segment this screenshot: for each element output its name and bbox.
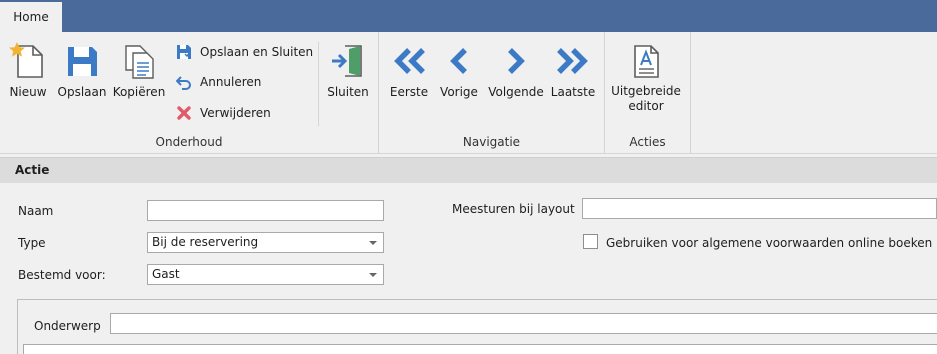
- delete-button[interactable]: Verwijderen: [176, 102, 286, 124]
- ribbon-tab-strip: Home: [0, 0, 937, 32]
- group-label-maintenance: Onderhoud: [155, 135, 223, 149]
- extended-editor-label-line2: editor: [628, 99, 664, 113]
- chevron-down-icon: [369, 241, 377, 245]
- save-button[interactable]: Opslaan: [56, 42, 108, 100]
- next-button-label: Volgende: [488, 85, 544, 99]
- chevron-down-icon: [369, 273, 377, 277]
- delete-label: Verwijderen: [200, 106, 271, 120]
- type-label: Type: [18, 236, 46, 250]
- subject-label: Onderwerp: [34, 319, 101, 333]
- general-terms-label: Gebruiken voor algemene voorwaarden onli…: [606, 236, 933, 250]
- close-button[interactable]: Sluiten: [324, 42, 372, 100]
- group-label-actions: Acties: [629, 135, 666, 149]
- type-select-value: Bij de reservering: [152, 235, 259, 249]
- name-label: Naam: [18, 204, 54, 218]
- previous-button[interactable]: Vorige: [436, 42, 482, 100]
- type-select[interactable]: Bij de reservering: [147, 232, 384, 253]
- new-button[interactable]: Nieuw: [6, 42, 50, 100]
- undo-arrow-icon: [176, 76, 191, 90]
- body-editor-area[interactable]: [23, 344, 937, 354]
- close-button-label: Sluiten: [327, 85, 369, 99]
- left-icon: [450, 48, 467, 74]
- save-and-close-button[interactable]: Opslaan en Sluiten: [176, 41, 314, 63]
- tab-home[interactable]: Home: [0, 2, 62, 32]
- editor-doc-icon: [634, 45, 659, 78]
- delete-x-icon: [177, 106, 191, 120]
- section-header: Actie: [0, 157, 937, 183]
- intended-for-select[interactable]: Gast: [147, 264, 384, 285]
- exit-door-icon: [332, 45, 362, 77]
- intended-for-select-value: Gast: [152, 267, 180, 281]
- previous-button-label: Vorige: [440, 85, 478, 99]
- send-with-layout-input[interactable]: [582, 198, 937, 219]
- new-doc-star-icon: [9, 42, 43, 78]
- extended-editor-button[interactable]: Uitgebreide editor: [610, 42, 682, 114]
- general-terms-checkbox[interactable]: [583, 234, 598, 249]
- new-button-label: Nieuw: [9, 85, 47, 99]
- intended-for-label: Bestemd voor:: [18, 268, 106, 282]
- subject-panel: Onderwerp: [17, 299, 937, 354]
- save-close-icon: [177, 45, 191, 59]
- save-button-label: Opslaan: [57, 85, 107, 99]
- double-left-icon: [394, 48, 425, 74]
- group-separator: [690, 32, 691, 154]
- next-button[interactable]: Volgende: [486, 42, 546, 100]
- extended-editor-label-line1: Uitgebreide: [611, 84, 681, 98]
- cancel-label: Annuleren: [200, 75, 262, 89]
- extended-editor-label: Uitgebreide editor: [610, 84, 682, 114]
- group-label-navigation: Navigatie: [462, 135, 521, 149]
- right-icon: [508, 48, 525, 74]
- send-with-layout-label: Meesturen bij layout: [452, 202, 575, 216]
- separator: [318, 42, 319, 126]
- cancel-button[interactable]: Annuleren: [176, 71, 276, 93]
- save-disk-icon: [68, 47, 97, 76]
- last-button-label: Laatste: [550, 85, 596, 99]
- copy-button-label: Kopiëren: [112, 85, 166, 99]
- ribbon: Nieuw Opslaan Kopiëren Opslaan en Sluite…: [0, 32, 937, 154]
- last-button[interactable]: Laatste: [548, 42, 598, 100]
- first-button[interactable]: Eerste: [386, 42, 432, 100]
- copy-icon: [125, 45, 154, 79]
- first-button-label: Eerste: [389, 85, 429, 99]
- name-input[interactable]: [147, 200, 384, 221]
- subject-input[interactable]: [110, 313, 937, 334]
- save-and-close-label: Opslaan en Sluiten: [200, 45, 314, 59]
- double-right-icon: [557, 48, 588, 74]
- copy-button[interactable]: Kopiëren: [112, 42, 166, 100]
